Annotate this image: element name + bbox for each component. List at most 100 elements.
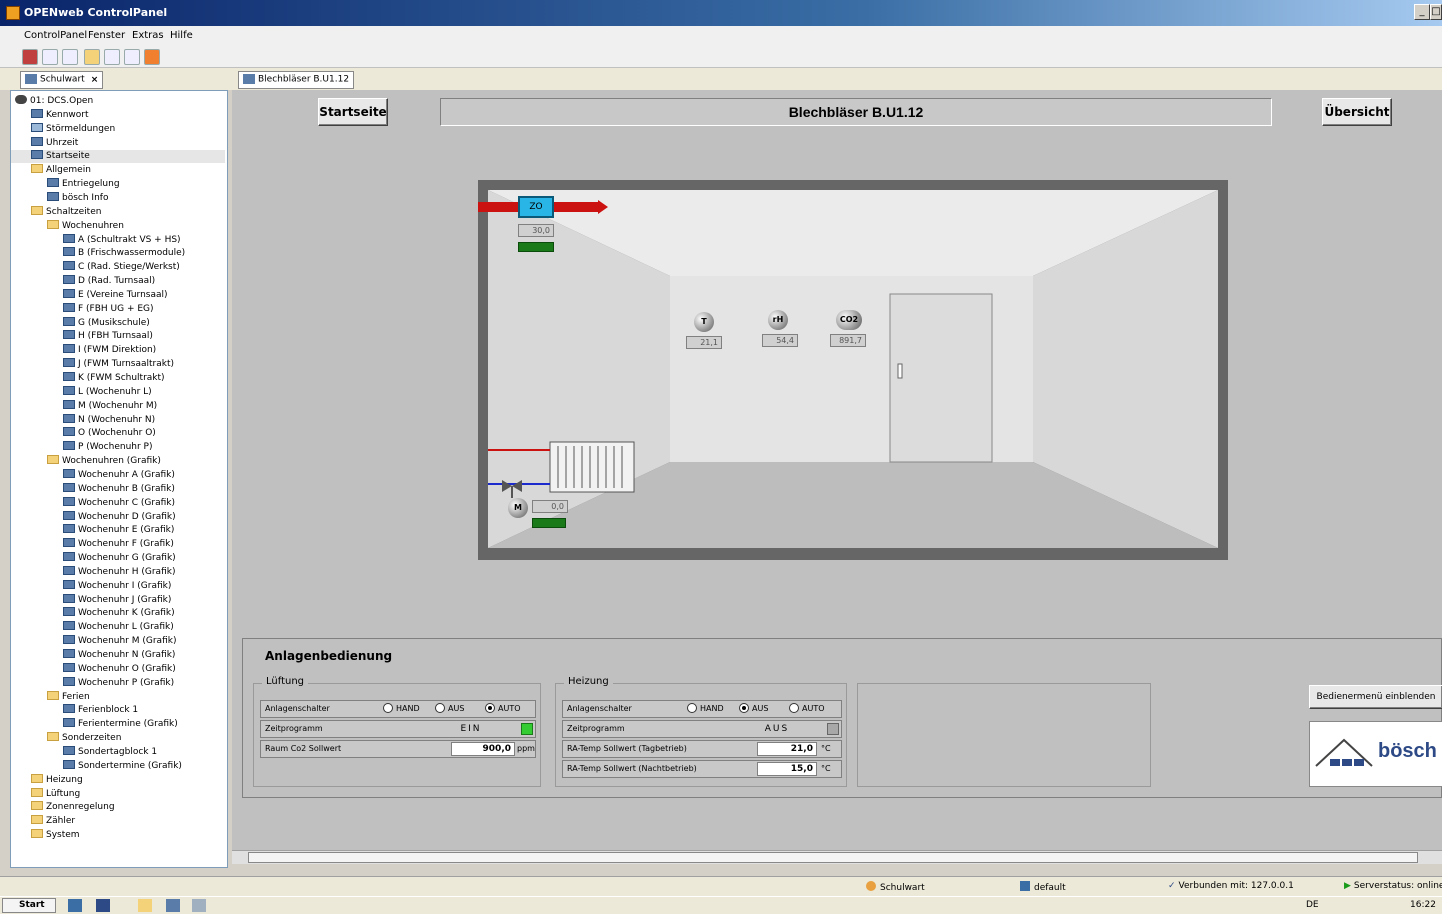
tree-item[interactable]: Entriegelung [47,178,120,191]
tree-item[interactable]: Lüftung [31,787,80,801]
tree-item[interactable]: Wochenuhren [47,219,124,233]
tree-item[interactable]: C (Rad. Stiege/Werkst) [63,261,180,274]
tree-item[interactable]: Zonenregelung [31,801,115,814]
tree-item[interactable]: Wochenuhr N (Grafik) [63,649,175,662]
tree-item[interactable]: J (FWM Turnsaaltrakt) [63,358,174,371]
menu-controlpanel[interactable]: ControlPanel [24,30,87,41]
tree-item[interactable]: F (FBH UG + EG) [63,302,154,316]
folder-icon[interactable] [84,49,100,65]
minimize-button[interactable]: _ [1414,4,1430,20]
pointer-icon[interactable] [124,49,140,65]
day-setpoint-input[interactable]: 21,0 [757,742,817,756]
scrollbar-thumb[interactable] [248,852,1418,863]
explorer-icon[interactable] [138,899,152,912]
document-icon [63,344,75,354]
menu-hilfe[interactable]: Hilfe [170,30,193,41]
bedienermenue-button[interactable]: Bedienermenü einblenden [1309,685,1442,709]
tree-item[interactable]: P (Wochenuhr P) [63,441,152,454]
quicklaunch-icon[interactable] [68,899,82,912]
monitor-icon[interactable] [104,49,120,65]
key-icon[interactable] [22,49,38,65]
tree-item[interactable]: Wochenuhr F (Grafik) [63,538,174,551]
tree-item[interactable]: Schaltzeiten [31,205,101,219]
tree-item[interactable]: Wochenuhren (Grafik) [47,455,161,468]
grid-icon[interactable] [62,49,78,65]
tree-item[interactable]: Wochenuhr K (Grafik) [63,607,175,620]
tab-blechblaeser[interactable]: Blechbläser B.U1.12 [238,71,355,89]
tree-item[interactable]: B (Frischwassermodule) [63,247,185,260]
tree-item[interactable]: Sondertagblock 1 [63,745,157,759]
close-icon[interactable]: × [91,75,99,85]
tree-item[interactable]: Wochenuhr E (Grafik) [63,524,174,537]
tree-item[interactable]: Wochenuhr O (Grafik) [63,662,176,676]
tree-item[interactable]: bösch Info [47,191,108,205]
tree-item[interactable]: Wochenuhr G (Grafik) [63,552,176,565]
tree-item[interactable]: L (Wochenuhr L) [63,385,152,399]
heizung-hand-radio[interactable]: HAND [687,701,724,717]
tree-item[interactable]: E (Vereine Turnsaal) [63,288,168,302]
tree-item[interactable]: Wochenuhr D (Grafik) [63,510,176,524]
users-icon[interactable] [144,49,160,65]
humidity-sensor-icon[interactable]: rH [768,310,788,330]
tree-item[interactable]: A (Schultrakt VS + HS) [63,233,181,247]
tree-item[interactable]: System [31,829,80,842]
tree-item[interactable]: 01: DCS.Open [15,95,93,108]
tree-item[interactable]: Uhrzeit [31,136,78,150]
tree-item[interactable]: D (Rad. Turnsaal) [63,275,155,288]
lueftung-aus-radio[interactable]: AUS [435,701,464,717]
tree-item[interactable]: M (Wochenuhr M) [63,399,157,413]
tree-item[interactable]: Startseite [11,150,225,164]
tree-item[interactable]: Wochenuhr A (Grafik) [63,468,175,482]
horizontal-scrollbar[interactable] [232,850,1442,864]
tree-item[interactable]: Ferienblock 1 [63,704,138,717]
menu-extras[interactable]: Extras [132,30,164,41]
uebersicht-button[interactable]: Übersicht [1322,98,1392,126]
app-taskbar-icon[interactable] [166,899,180,912]
heizung-auto-radio[interactable]: AUTO [789,701,825,717]
tree-item[interactable]: Zähler [31,815,75,828]
tree-item[interactable]: Wochenuhr L (Grafik) [63,621,174,634]
lueftung-auto-radio[interactable]: AUTO [485,701,521,717]
document-icon [63,607,75,617]
start-button[interactable]: Start [2,898,56,913]
tree-item[interactable]: Wochenuhr C (Grafik) [63,496,175,510]
tree-item[interactable]: Sondertermine (Grafik) [63,759,182,773]
fan-icon[interactable]: ZO [518,196,554,218]
temperature-sensor-icon[interactable]: T [694,312,714,332]
night-setpoint-input[interactable]: 15,0 [757,762,817,776]
tree-item[interactable]: G (Musikschule) [63,316,150,330]
maximize-button[interactable]: □ [1430,4,1442,20]
tree-item[interactable]: Ferien [47,690,90,704]
document-icon [63,261,75,271]
tree-view-icon[interactable] [42,49,58,65]
tree-item[interactable]: H (FBH Turnsaal) [63,330,153,343]
tree-item[interactable]: Allgemein [31,164,91,177]
tree-item[interactable]: Wochenuhr B (Grafik) [63,482,175,496]
tree-item[interactable]: O (Wochenuhr O) [63,427,156,440]
co2-sensor-icon[interactable]: CO2 [836,310,862,330]
tab-schulwart[interactable]: Schulwart × [20,71,104,89]
desktop-icon[interactable] [96,899,110,912]
tree-item[interactable]: Wochenuhr M (Grafik) [63,635,176,648]
language-indicator[interactable]: DE [1306,900,1319,910]
lueftung-hand-radio[interactable]: HAND [383,701,420,717]
co2-setpoint-input[interactable]: 900,0 [451,742,515,756]
startseite-button[interactable]: Startseite [318,98,388,126]
tree-item[interactable]: Wochenuhr J (Grafik) [63,593,171,607]
tree-item[interactable]: Wochenuhr P (Grafik) [63,676,174,690]
tree-item[interactable]: Sonderzeiten [47,732,121,745]
tree-item[interactable]: Wochenuhr H (Grafik) [63,565,175,579]
tree-item[interactable]: Wochenuhr I (Grafik) [63,579,171,593]
folder-icon [31,801,43,811]
heizung-aus-radio[interactable]: AUS [739,701,768,717]
tree-item[interactable]: Störmeldungen [31,122,115,136]
window-taskbar-icon[interactable] [192,899,206,912]
menu-fenster[interactable]: Fenster [88,30,125,41]
valve-motor-icon[interactable]: M [508,498,528,518]
tree-item[interactable]: Heizung [31,773,83,787]
tree-item[interactable]: I (FWM Direktion) [63,344,156,357]
tree-item[interactable]: Ferientermine (Grafik) [63,718,178,731]
tree-item[interactable]: K (FWM Schultrakt) [63,372,165,385]
tree-item[interactable]: Kennwort [31,108,89,122]
tree-item[interactable]: N (Wochenuhr N) [63,413,155,427]
